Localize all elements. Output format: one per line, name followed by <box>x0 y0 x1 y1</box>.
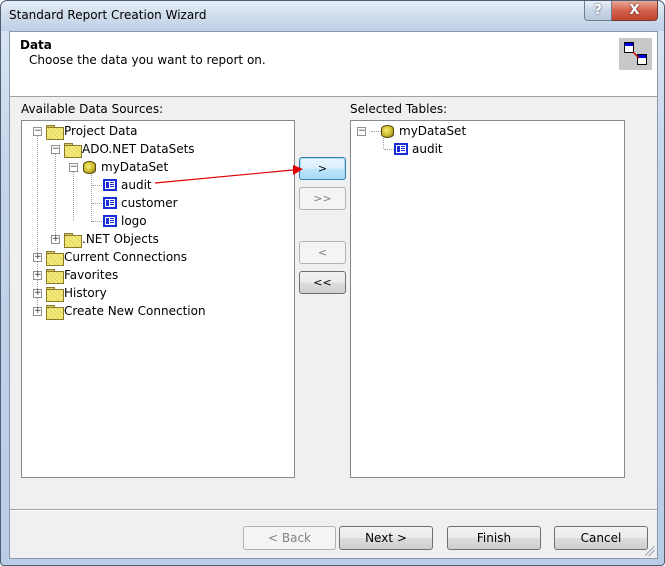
folder-icon <box>46 124 64 140</box>
page-subtitle: Choose the data you want to report on. <box>29 53 266 67</box>
available-data-sources-tree[interactable]: − Project Data − ADO.NET DataSets − myDa… <box>21 120 295 478</box>
tree-item-net-objects[interactable]: + .NET Objects <box>51 230 159 248</box>
wizard-header: Data Choose the data you want to report … <box>10 32 657 97</box>
folder-icon <box>46 304 64 320</box>
selected-tables-label: Selected Tables: <box>350 102 448 116</box>
expand-icon[interactable]: + <box>33 270 42 280</box>
resize-grip[interactable] <box>645 546 655 556</box>
dataset-icon <box>82 160 96 174</box>
expand-icon[interactable]: + <box>33 288 42 298</box>
tree-item-project-data[interactable]: − Project Data <box>33 122 138 140</box>
page-title: Data <box>20 38 52 52</box>
wizard-window: Standard Report Creation Wizard ? X Data… <box>0 0 665 566</box>
tree-item-current-connections[interactable]: + Current Connections <box>33 248 187 266</box>
folder-icon <box>46 268 64 284</box>
cancel-button[interactable]: Cancel <box>554 526 648 550</box>
table-icon <box>103 179 117 191</box>
finish-button[interactable]: Finish <box>447 526 541 550</box>
next-button[interactable]: Next > <box>339 526 433 550</box>
folder-icon <box>64 142 82 158</box>
tree-item-create-new-connection[interactable]: + Create New Connection <box>33 302 206 320</box>
tree-item-mydataset[interactable]: − myDataSet <box>69 158 168 176</box>
selected-tables-tree[interactable]: − myDataSet audit <box>350 120 625 478</box>
data-link-icon <box>619 38 652 70</box>
remove-all-tables-button[interactable]: << <box>299 271 346 294</box>
tree-item-table-customer[interactable]: customer <box>103 194 178 212</box>
folder-icon <box>46 250 64 266</box>
table-icon <box>103 197 117 209</box>
window-title: Standard Report Creation Wizard <box>9 8 207 22</box>
selected-item-mydataset[interactable]: − myDataSet <box>357 122 466 140</box>
tree-item-history[interactable]: + History <box>33 284 107 302</box>
table-icon <box>103 215 117 227</box>
table-icon <box>394 143 408 155</box>
question-icon: ? <box>594 3 602 18</box>
add-all-tables-button[interactable]: >> <box>299 187 346 210</box>
collapse-icon[interactable]: − <box>51 144 60 154</box>
tree-item-favorites[interactable]: + Favorites <box>33 266 118 284</box>
tree-item-table-logo[interactable]: logo <box>103 212 147 230</box>
collapse-icon[interactable]: − <box>357 126 366 136</box>
collapse-icon[interactable]: − <box>69 162 78 172</box>
remove-table-button[interactable]: < <box>299 241 346 264</box>
selected-item-table-audit[interactable]: audit <box>394 140 443 158</box>
help-button[interactable]: ? <box>584 1 612 21</box>
collapse-icon[interactable]: − <box>33 126 42 136</box>
expand-icon[interactable]: + <box>33 252 42 262</box>
dataset-icon <box>380 124 394 138</box>
available-data-sources-label: Available Data Sources: <box>21 102 164 116</box>
back-button[interactable]: < Back <box>243 526 336 550</box>
expand-icon[interactable]: + <box>51 234 60 244</box>
tree-item-table-audit[interactable]: audit <box>103 176 152 194</box>
footer-separator <box>10 509 657 511</box>
title-bar: Standard Report Creation Wizard ? X <box>1 1 664 31</box>
expand-icon[interactable]: + <box>33 306 42 316</box>
tree-item-ado-net-datasets[interactable]: − ADO.NET DataSets <box>51 140 195 158</box>
folder-icon <box>64 232 82 248</box>
folder-icon <box>46 286 64 302</box>
add-table-button[interactable]: > <box>299 157 346 180</box>
close-icon: X <box>629 3 640 18</box>
wizard-client-area: Data Choose the data you want to report … <box>9 31 658 559</box>
close-button[interactable]: X <box>612 1 658 21</box>
